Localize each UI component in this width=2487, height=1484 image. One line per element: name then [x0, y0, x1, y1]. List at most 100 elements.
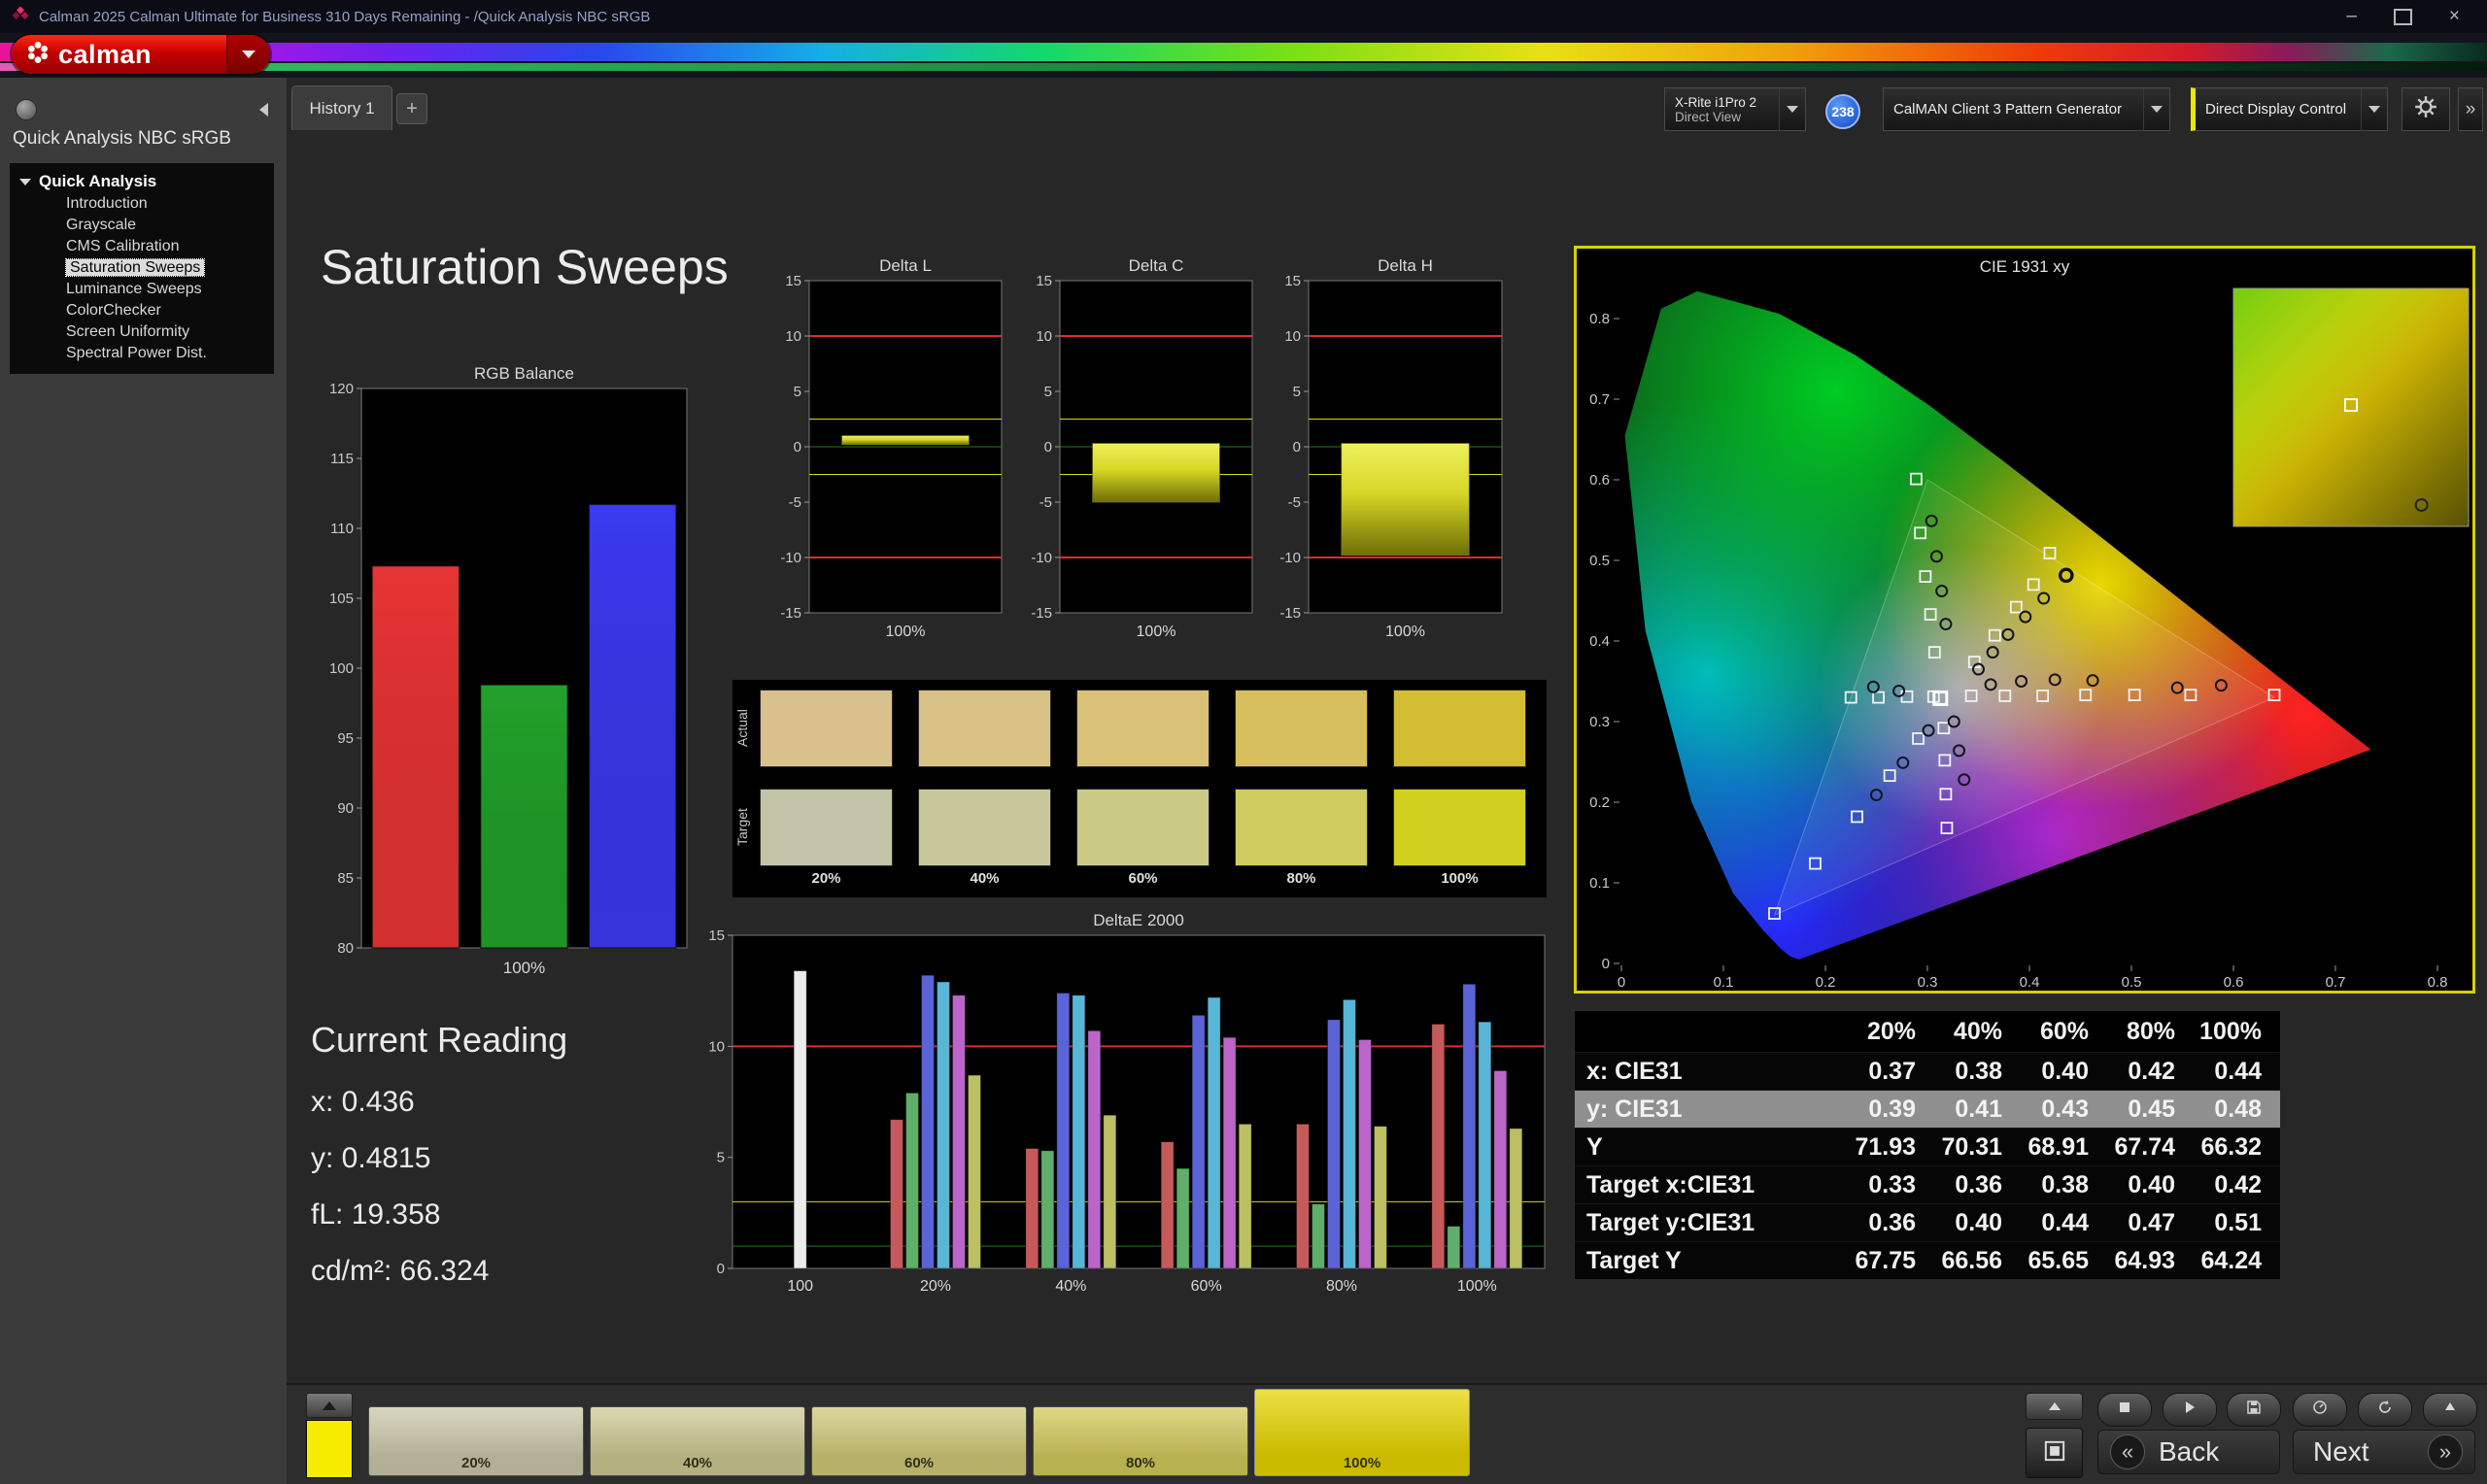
- save-button[interactable]: [2227, 1393, 2281, 1427]
- pattern-generator-selector[interactable]: CalMAN Client 3 Pattern Generator: [1883, 87, 2170, 131]
- actual-swatch-80%: [1235, 690, 1368, 767]
- svg-text:-15: -15: [780, 605, 801, 622]
- swatch-col-label: 40%: [970, 870, 1000, 887]
- svg-text:5: 5: [1044, 384, 1052, 400]
- pattern-swatch-100%[interactable]: 100%: [1254, 1389, 1470, 1476]
- svg-text:-5: -5: [789, 494, 801, 511]
- svg-text:80%: 80%: [1326, 1278, 1357, 1295]
- sidebar-dot-button[interactable]: [16, 99, 37, 120]
- svg-text:100%: 100%: [503, 959, 545, 977]
- table-row-target-y: Target Y 67.75 66.56 65.65 64.93 64.24: [1575, 1241, 2280, 1279]
- rgb-balance-chart: RGB Balance 80 85 90 95 100 105 110 115 120 100%: [316, 361, 695, 1014]
- pattern-swatch-80%[interactable]: 80%: [1033, 1406, 1248, 1476]
- meter-gauge-button[interactable]: [2293, 1393, 2347, 1427]
- page-title: Saturation Sweeps: [321, 240, 729, 294]
- table-col-header: 20%: [1866, 1017, 1916, 1045]
- sidebar-item-luminance-sweeps[interactable]: Luminance Sweeps: [10, 279, 274, 300]
- sidebar-item-introduction[interactable]: Introduction: [10, 193, 274, 215]
- target-swatch-60%: [1076, 789, 1209, 866]
- svg-text:0: 0: [1618, 974, 1625, 991]
- chevron-down-icon: [2368, 106, 2380, 113]
- collapse-left-icon: [258, 103, 268, 117]
- panel-toggle-button[interactable]: »: [2458, 87, 2483, 131]
- sidebar-item-cms-calibration[interactable]: CMS Calibration: [10, 236, 274, 257]
- svg-text:90: 90: [337, 800, 354, 817]
- tab-history-1[interactable]: History 1: [291, 85, 392, 130]
- stop-icon: [2118, 1400, 2131, 1419]
- calman-logo-button[interactable]: calman: [12, 35, 270, 74]
- sidebar-item-grayscale[interactable]: Grayscale: [10, 215, 274, 236]
- advance-button[interactable]: [2423, 1393, 2477, 1427]
- close-button[interactable]: ×: [2449, 6, 2460, 27]
- brand-row: calman: [0, 33, 2487, 78]
- settings-button[interactable]: [2402, 87, 2450, 131]
- rainbow-stripe: [0, 43, 2487, 61]
- logo-menu-button[interactable]: [226, 35, 270, 74]
- pattern-generator-dropdown-button[interactable]: [2143, 88, 2169, 130]
- table-row-y: Y 71.93 70.31 68.91 67.74 66.32: [1575, 1128, 2280, 1165]
- pattern-swatch-20%[interactable]: 20%: [368, 1406, 584, 1476]
- svg-text:20%: 20%: [920, 1278, 951, 1295]
- delta-l-chart: Delta L 15 10 5 0 -5 -10 -15 100%: [764, 254, 1009, 667]
- svg-text:10: 10: [785, 328, 801, 345]
- refresh-button[interactable]: [2358, 1393, 2412, 1427]
- arrow-up-icon: [323, 1400, 336, 1410]
- workflow-tree: Quick Analysis Introduction Grayscale CMS …: [10, 163, 274, 374]
- display-control-selector[interactable]: Direct Display Control: [2191, 87, 2388, 131]
- current-pattern-swatch[interactable]: [306, 1420, 353, 1478]
- meter-dropdown-button[interactable]: [1779, 88, 1805, 130]
- next-icon: »: [2428, 1434, 2463, 1469]
- swatch-col-label: 100%: [1441, 870, 1479, 887]
- sidebar-item-saturation-sweeps[interactable]: Saturation Sweeps: [10, 257, 274, 279]
- svg-text:95: 95: [337, 730, 354, 747]
- display-control-dropdown-button[interactable]: [2361, 88, 2387, 130]
- sidebar-item-screen-uniformity[interactable]: Screen Uniformity: [10, 321, 274, 343]
- tree-root-quick-analysis[interactable]: Quick Analysis: [10, 170, 274, 193]
- svg-text:DeltaE 2000: DeltaE 2000: [1093, 911, 1184, 929]
- reading-x: x: 0.436: [311, 1086, 415, 1118]
- svg-text:0.3: 0.3: [1589, 714, 1610, 730]
- svg-text:15: 15: [1284, 273, 1301, 289]
- target-swatch-100%: [1393, 789, 1526, 866]
- calman-flower-icon: [25, 40, 51, 70]
- gear-icon: [2413, 94, 2438, 124]
- add-tab-button[interactable]: +: [396, 93, 427, 124]
- target-swatch-80%: [1235, 789, 1368, 866]
- svg-text:0.5: 0.5: [1589, 553, 1610, 569]
- svg-text:100%: 100%: [886, 624, 926, 640]
- svg-text:0: 0: [1044, 439, 1052, 455]
- back-button[interactable]: « Back: [2097, 1430, 2280, 1474]
- pattern-popup-button[interactable]: [306, 1393, 353, 1418]
- sidebar-item-colorchecker[interactable]: ColorChecker: [10, 300, 274, 321]
- svg-text:0: 0: [1293, 439, 1301, 455]
- svg-text:Delta L: Delta L: [879, 256, 932, 275]
- meter-panel-button[interactable]: [2026, 1393, 2083, 1420]
- collapse-sidebar-button[interactable]: [250, 97, 277, 122]
- pattern-swatch-60%[interactable]: 60%: [811, 1406, 1027, 1476]
- table-row-target-x-cie31: Target x:CIE31 0.33 0.36 0.38 0.40 0.42: [1575, 1165, 2280, 1203]
- minimize-button[interactable]: –: [2346, 6, 2357, 27]
- svg-text:115: 115: [330, 451, 354, 467]
- save-icon: [2246, 1400, 2262, 1420]
- svg-text:0.8: 0.8: [1589, 311, 1610, 327]
- pattern-window-button[interactable]: [2026, 1428, 2083, 1478]
- play-button[interactable]: [2163, 1393, 2217, 1427]
- sidebar-item-spectral-power-dist-[interactable]: Spectral Power Dist.: [10, 343, 274, 364]
- svg-text:CIE 1931 xy: CIE 1931 xy: [1980, 257, 2070, 276]
- svg-text:80: 80: [337, 940, 354, 957]
- actual-swatch-60%: [1076, 690, 1209, 767]
- meter-mode: Direct View: [1675, 109, 1742, 124]
- table-row-x-cie31: x: CIE31 0.37 0.38 0.40 0.42 0.44: [1575, 1052, 2280, 1090]
- meter-selector[interactable]: X-Rite i1Pro 2 Direct View: [1664, 87, 1806, 131]
- window-title: Calman 2025 Calman Ultimate for Business…: [39, 8, 651, 25]
- pattern-generator-label: CalMAN Client 3 Pattern Generator: [1893, 101, 2123, 118]
- tree-root-label: Quick Analysis: [39, 172, 157, 190]
- play-icon: [2183, 1400, 2197, 1419]
- maximize-button[interactable]: [2393, 8, 2412, 25]
- app-icon: [12, 6, 29, 28]
- stop-button[interactable]: [2097, 1393, 2152, 1427]
- actual-swatch-40%: [918, 690, 1051, 767]
- pattern-swatch-40%[interactable]: 40%: [590, 1406, 805, 1476]
- svg-text:85: 85: [337, 870, 354, 887]
- next-button[interactable]: Next »: [2293, 1430, 2475, 1474]
